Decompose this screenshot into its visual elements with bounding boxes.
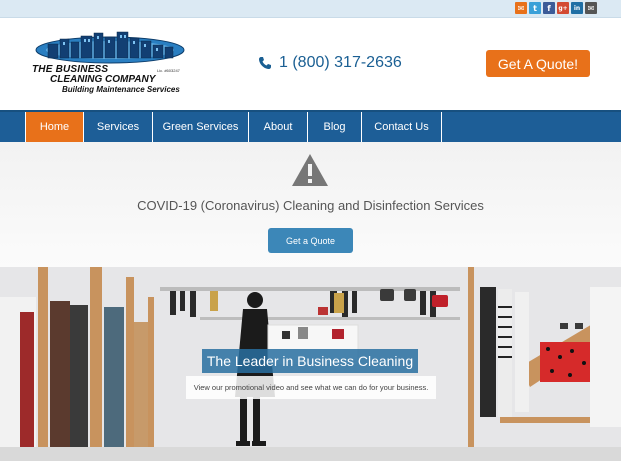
warning-icon (292, 154, 328, 186)
main-navigation: Home Services Green Services About Blog … (0, 110, 621, 142)
hero-banner: The Leader in Business Cleaning View our… (0, 267, 621, 461)
nav-about[interactable]: About (249, 112, 308, 142)
covid-get-a-quote-button[interactable]: Get a Quote (268, 228, 353, 253)
envelope-icon[interactable]: ✉ (585, 2, 597, 14)
social-links: ✉ t f g+ in ✉ (515, 2, 597, 14)
phone-number[interactable]: 1 (800) 317-2636 (258, 54, 402, 72)
nav-blog[interactable]: Blog (308, 112, 362, 142)
get-a-quote-button[interactable]: Get A Quote! (486, 50, 590, 77)
nav-home[interactable]: Home (25, 112, 84, 142)
logo-line-2: CLEANING COMPANY (50, 74, 156, 85)
google-plus-icon[interactable]: g+ (557, 2, 569, 14)
phone-number-text: 1 (800) 317-2636 (279, 54, 402, 71)
logo-line-3: Building Maintenance Services (62, 85, 180, 94)
logo-license: Lic. #603247 (157, 68, 180, 73)
phone-icon (259, 57, 271, 69)
covid-title: COVID-19 (Coronavirus) Cleaning and Disi… (137, 198, 484, 213)
company-logo[interactable]: THE BUSINESS CLEANING COMPANY Building M… (28, 30, 193, 96)
hero-title: The Leader in Business Cleaning (202, 349, 418, 373)
email-icon[interactable]: ✉ (515, 2, 527, 14)
top-bar: ✉ t f g+ in ✉ (0, 0, 621, 18)
hero-subtitle: View our promotional video and see what … (186, 376, 436, 399)
site-header: THE BUSINESS CLEANING COMPANY Building M… (0, 18, 621, 110)
covid-banner: COVID-19 (Coronavirus) Cleaning and Disi… (0, 142, 621, 267)
linkedin-icon[interactable]: in (571, 2, 583, 14)
twitter-icon[interactable]: t (529, 2, 541, 14)
facebook-icon[interactable]: f (543, 2, 555, 14)
nav-green-services[interactable]: Green Services (153, 112, 249, 142)
nav-contact-us[interactable]: Contact Us (362, 112, 442, 142)
nav-services[interactable]: Services (84, 112, 153, 142)
